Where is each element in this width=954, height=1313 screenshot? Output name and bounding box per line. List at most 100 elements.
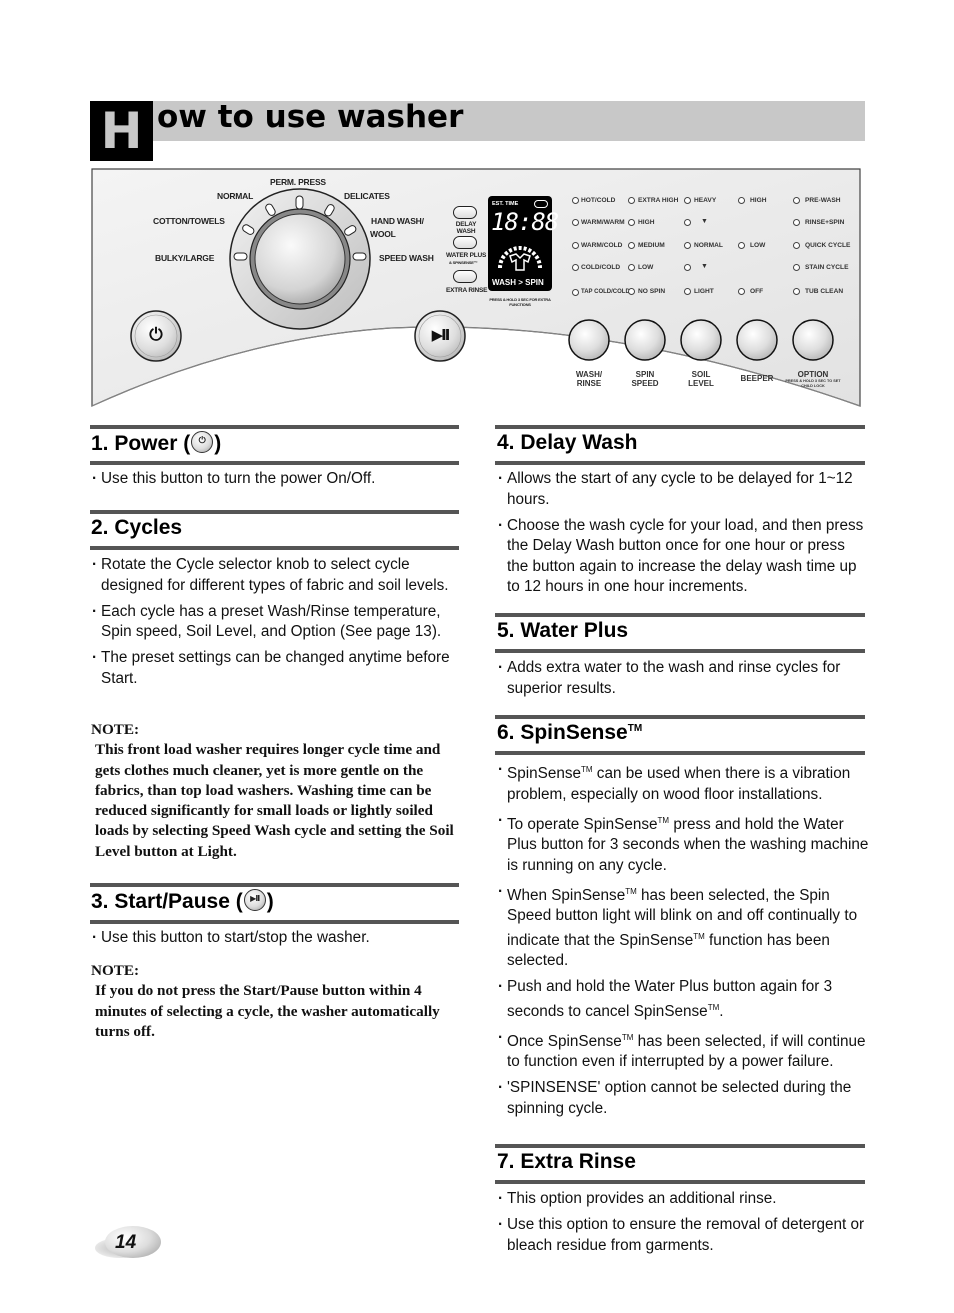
text: .: [719, 1002, 724, 1020]
led-indicator: [684, 197, 691, 204]
control-panel-illustration: PERM. PRESS NORMAL DELICATES COTTON/TOWE…: [91, 168, 862, 410]
page-number-badge: 14: [95, 1224, 161, 1260]
section-title-text: 6. SpinSense: [497, 721, 628, 744]
section-rule: [90, 461, 459, 465]
bullet-item: Once SpinSenseTM has been selected, if w…: [497, 1028, 869, 1073]
option-item: STAIN CYCLE: [805, 264, 849, 271]
trademark-mark: TM: [581, 765, 593, 774]
trademark-mark: TM: [627, 723, 643, 734]
note-body: If you do not press the Start/Pause butt…: [95, 982, 440, 1040]
wash-spin-indicator: WASH > SPIN: [492, 278, 544, 287]
wash-rinse-label: WASH/RINSE: [559, 370, 619, 388]
led-indicator: [572, 197, 579, 204]
led-indicator: [793, 242, 800, 249]
led-indicator: [793, 288, 800, 295]
section-title-close: ): [214, 432, 222, 455]
bullet-item: Use this option to ensure the removal of…: [497, 1215, 869, 1256]
spin-option: EXTRA HIGH: [638, 197, 679, 204]
spin-option: MEDIUM: [638, 242, 665, 249]
water-plus-label: WATER PLUS: [446, 252, 487, 259]
text: Push and hold the Water Plus button agai…: [507, 978, 833, 1020]
trademark-mark: TM: [621, 1032, 634, 1042]
option-label: OPTION: [797, 370, 829, 379]
led-indicator: [738, 242, 745, 249]
bullet-item: Each cycle has a preset Wash/Rinse tempe…: [91, 602, 463, 643]
water-plus-sublabel: & SPINSENSE™: [449, 260, 478, 265]
text: 'SPINSENSE' option cannot be selected du…: [507, 1079, 852, 1117]
spin-option: NO SPIN: [638, 288, 666, 295]
soil-option: HEAVY: [694, 197, 717, 204]
section-title-water-plus: 5. Water Plus: [497, 619, 629, 642]
led-indicator: [572, 289, 579, 296]
led-indicator: [572, 219, 579, 226]
section-rule: [495, 1180, 865, 1184]
label-line: SPIN: [635, 370, 655, 379]
section-rule: [90, 546, 459, 550]
cycle-label-bulky-large: BULKY/LARGE: [155, 253, 215, 263]
soil-option: NORMAL: [694, 242, 723, 249]
trademark-mark: TM: [657, 815, 670, 825]
label-line: RINSE: [576, 379, 602, 388]
label-line: LEVEL: [688, 379, 714, 388]
title-cap-letter: H: [90, 101, 153, 161]
option-item: TUB CLEAN: [805, 288, 844, 295]
text: When SpinSense: [507, 886, 626, 904]
note-label: NOTE:: [91, 962, 140, 979]
section-rule: [90, 883, 459, 887]
led-indicator: [684, 288, 691, 295]
text: To operate SpinSense: [507, 815, 658, 833]
power-icon: ⏻: [149, 325, 163, 345]
section-title-text: 3. Start/Pause (: [91, 890, 243, 913]
led-indicator: [572, 264, 579, 271]
led-indicator: [684, 219, 691, 226]
section-rule: [495, 751, 865, 755]
start-pause-icon: ▶II: [431, 326, 451, 344]
trademark-mark: TM: [707, 1002, 720, 1012]
text: SpinSense: [507, 765, 581, 782]
bullet-item: Choose the wash cycle for your load, and…: [497, 516, 869, 598]
bullet-item: SpinSenseTM can be used when there is a …: [497, 760, 869, 805]
display-footnote: PRESS & HOLD 3 SEC FOR EXTRA FUNCTIONS: [489, 297, 551, 307]
water-plus-bullets: Adds extra water to the wash and rinse c…: [497, 658, 869, 705]
soil-step-icon: ▼: [701, 218, 708, 225]
section-rule: [495, 1144, 865, 1148]
cycle-label-cotton-towels: COTTON/TOWELS: [153, 216, 225, 226]
bullet-item: Use this button to start/stop the washer…: [91, 928, 463, 949]
section-rule: [495, 461, 865, 465]
cycles-note: NOTE: This front load washer requires lo…: [91, 720, 463, 862]
spinsense-bullets: SpinSenseTM can be used when there is a …: [497, 760, 869, 1125]
section-rule: [495, 425, 865, 429]
led-indicator: [628, 288, 635, 295]
child-lock-icon: [534, 200, 548, 208]
section-rule: [90, 920, 459, 924]
section-title-extra-rinse: 7. Extra Rinse: [497, 1150, 636, 1173]
power-bullets: Use this button to turn the power On/Off…: [91, 469, 463, 495]
bullet-item: When SpinSenseTM has been selected, the …: [497, 882, 869, 972]
bullet-item: Adds extra water to the wash and rinse c…: [497, 658, 869, 699]
beeper-option: OFF: [750, 288, 764, 295]
led-indicator: [628, 219, 635, 226]
cycle-label-speed-wash: SPEED WASH: [379, 253, 434, 263]
page-number: 14: [115, 1232, 137, 1253]
soil-step-icon: ▼: [701, 263, 708, 270]
led-indicator: [628, 264, 635, 271]
temp-option: WARM/WARM: [581, 219, 625, 226]
extra-rinse-label: EXTRA RINSE: [446, 287, 488, 294]
led-indicator: [793, 264, 800, 271]
cycle-label-normal: NORMAL: [217, 191, 254, 201]
led-indicator: [572, 242, 579, 249]
bullet-item: This option provides an additional rinse…: [497, 1189, 869, 1210]
section-rule: [495, 715, 865, 719]
section-title-power: 1. Power (⏻): [91, 431, 221, 456]
bullet-item: Rotate the Cycle selector knob to select…: [91, 555, 463, 596]
delay-wash-key: [453, 206, 477, 219]
power-icon: ⏻: [191, 431, 214, 453]
est-time-label: EST. TIME: [492, 201, 519, 207]
page-title: ow to use washer: [157, 99, 464, 135]
led-indicator: [628, 197, 635, 204]
start-pause-icon: ▶II: [243, 889, 266, 911]
text: Once SpinSense: [507, 1032, 622, 1050]
delay-wash-bullets: Allows the start of any cycle to be dela…: [497, 469, 869, 603]
section-title-text: 1. Power (: [91, 432, 191, 455]
start-pause-bullets: Use this button to start/stop the washer…: [91, 928, 463, 954]
